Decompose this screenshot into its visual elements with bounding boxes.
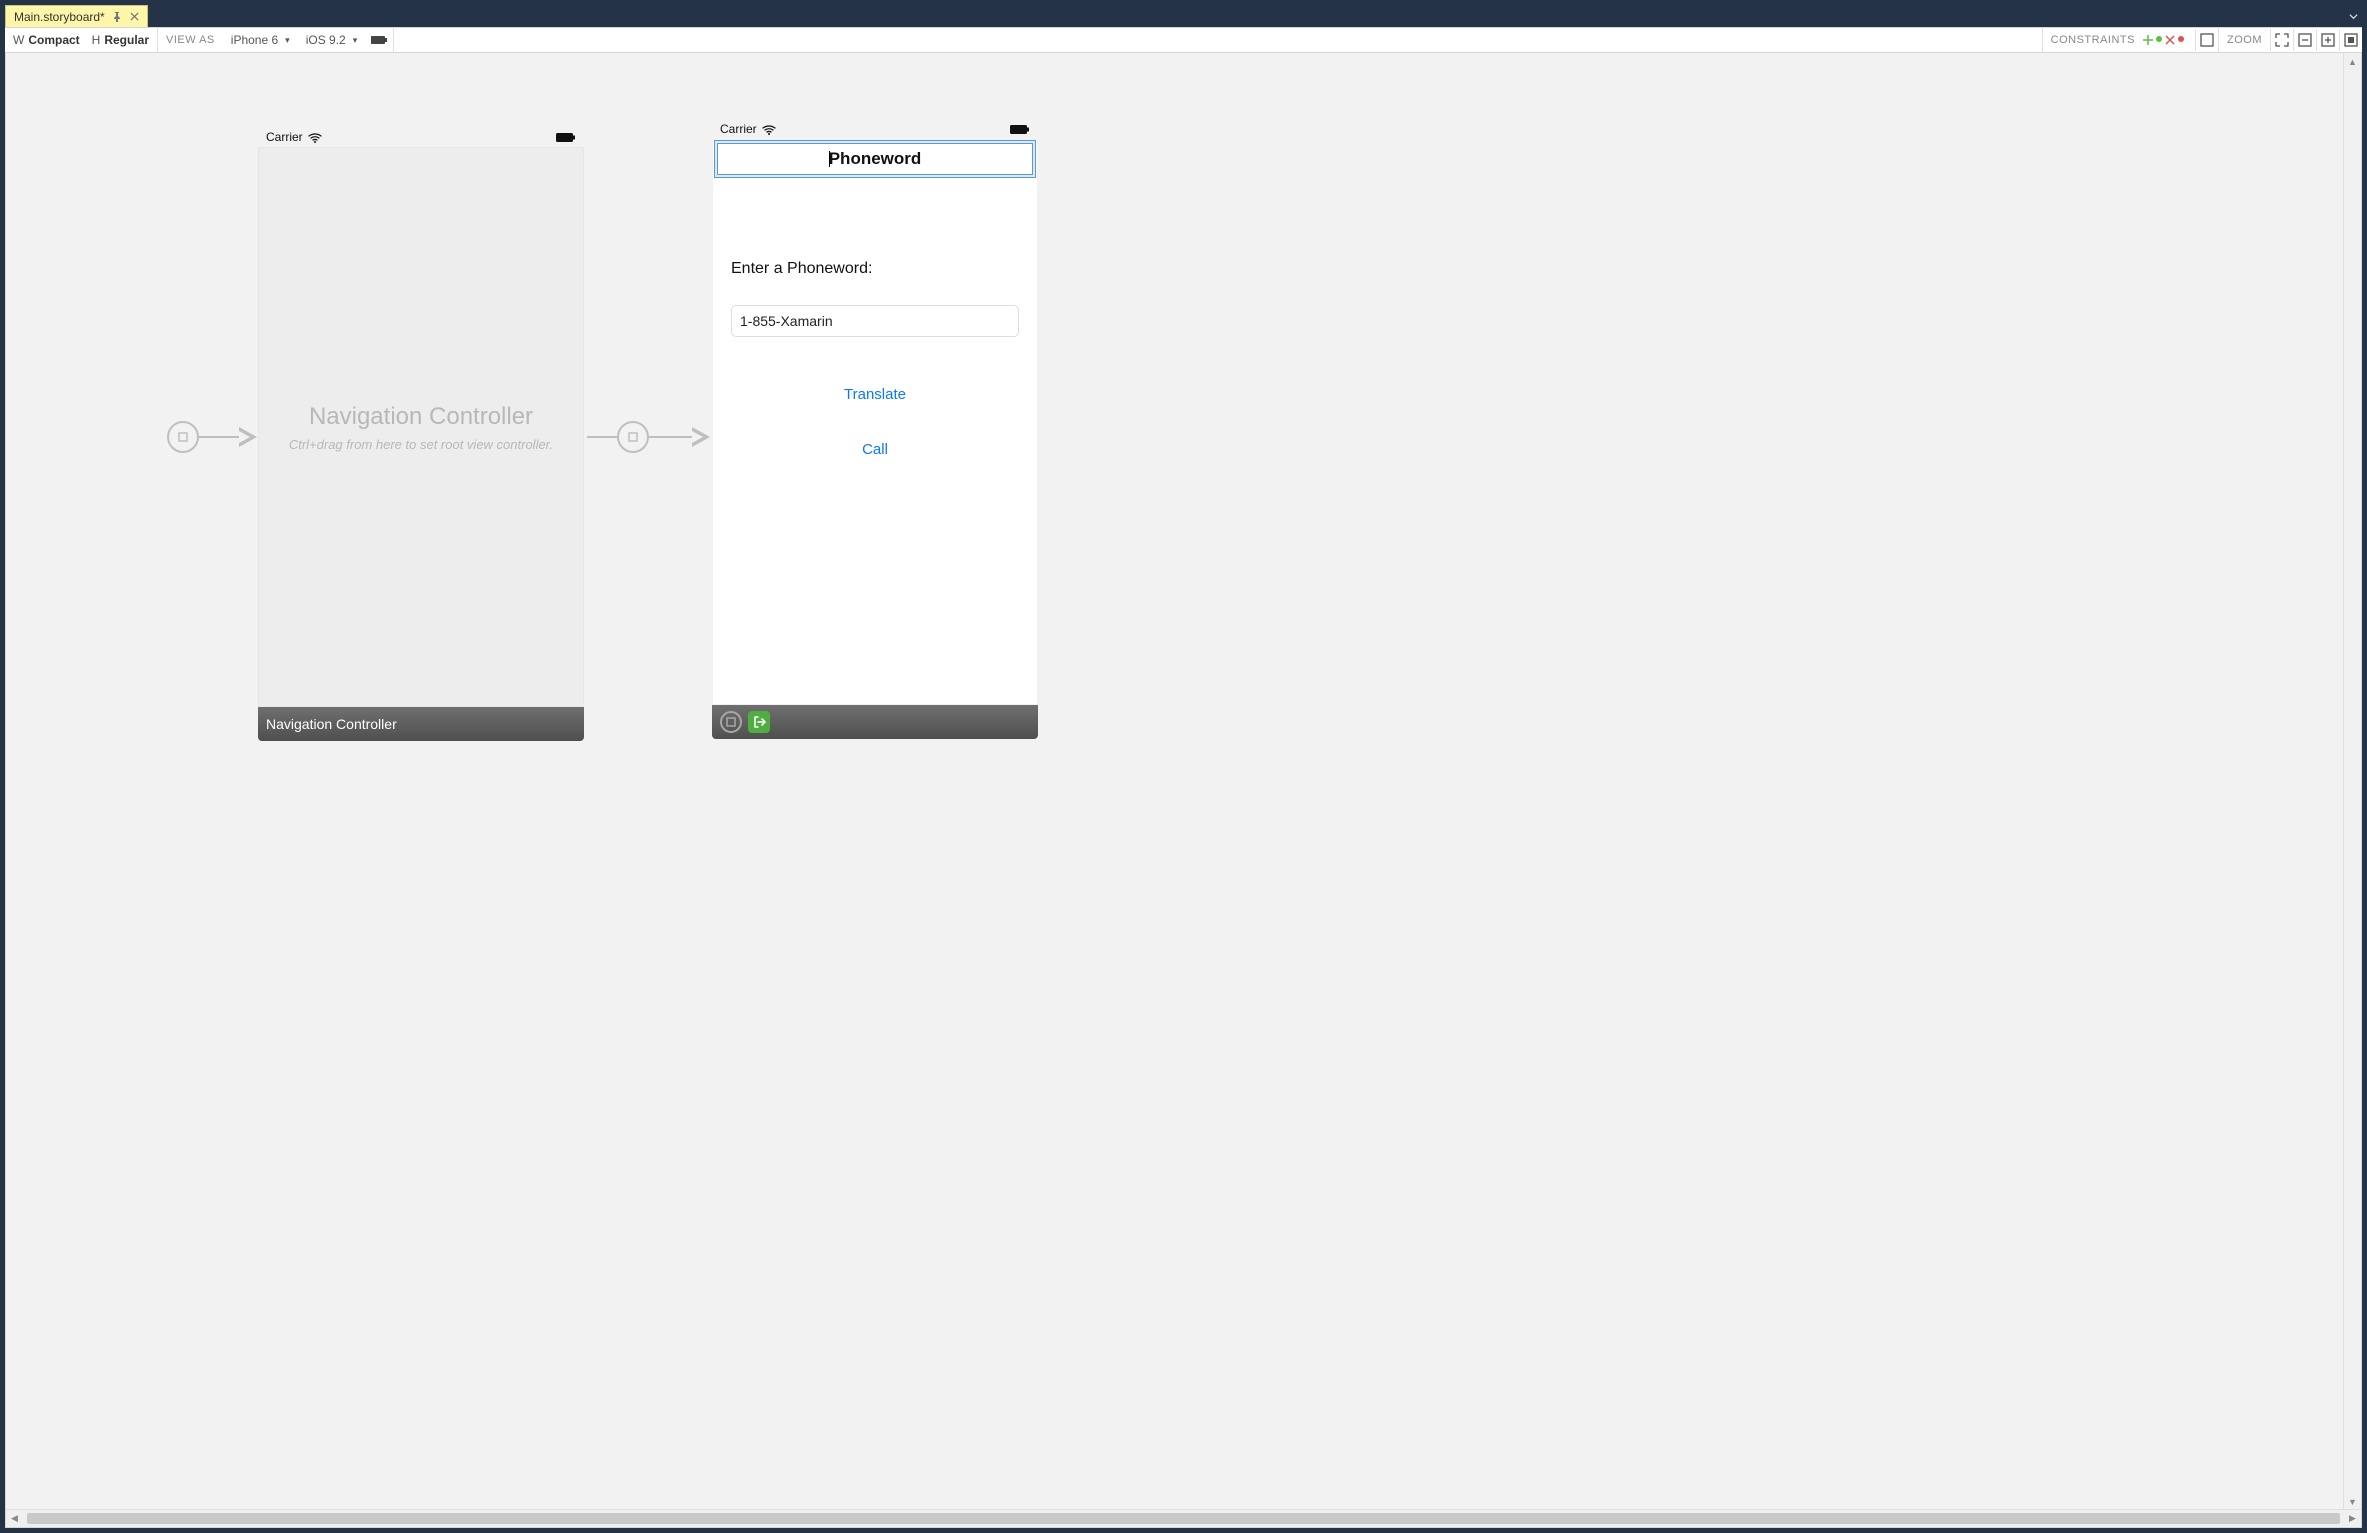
constraint-add-icon[interactable] — [2142, 34, 2154, 46]
zoom-label: ZOOM — [2227, 34, 2262, 46]
vertical-scrollbar[interactable]: ▲ ▼ — [2343, 53, 2361, 1510]
phoneword-input-value: 1-855-Xamarin — [740, 313, 833, 329]
scroll-left-icon[interactable]: ◀ — [6, 1510, 23, 1527]
size-w-value: Compact — [28, 33, 79, 47]
battery-icon — [556, 133, 576, 142]
translate-button[interactable]: Translate — [713, 386, 1037, 403]
zoom-actual-icon[interactable] — [2339, 29, 2362, 51]
view-controller-body[interactable]: Phoneword Enter a Phoneword: 1-855-Xamar… — [712, 139, 1038, 705]
status-bar: Carrier — [712, 119, 1038, 139]
scene-dock-label: Navigation Controller — [266, 716, 397, 732]
navigation-controller-body[interactable]: Navigation Controller Ctrl+drag from her… — [258, 147, 584, 707]
navigation-bar-selection[interactable]: Phoneword — [714, 140, 1036, 178]
root-view-segue[interactable] — [587, 421, 710, 453]
constraint-red-dot-icon — [2178, 36, 2184, 42]
phoneword-label[interactable]: Enter a Phoneword: — [731, 260, 872, 278]
battery-icon — [1010, 125, 1030, 134]
nav-controller-title: Navigation Controller — [309, 403, 533, 431]
size-h-value: Regular — [104, 33, 149, 47]
size-w-label: W — [13, 33, 24, 47]
tab-overflow-icon[interactable] — [2344, 5, 2362, 27]
constraints-frame-icon[interactable] — [2195, 29, 2218, 51]
zoom-in-icon[interactable] — [2316, 29, 2339, 51]
nav-controller-hint: Ctrl+drag from here to set root view con… — [289, 437, 553, 452]
size-h-label: H — [92, 33, 101, 47]
scrollbar-thumb[interactable] — [27, 1513, 2340, 1524]
exit-icon[interactable] — [748, 711, 770, 733]
document-tab-bar: Main.storyboard* — [5, 5, 2362, 27]
size-class-selector[interactable]: W Compact H Regular — [5, 28, 158, 52]
storyboard-canvas[interactable]: Carrier Navigation Controller Ctrl+drag … — [6, 53, 2344, 1510]
designer-toolbar: W Compact H Regular VIEW AS iPhone 6 iOS… — [5, 27, 2362, 53]
zoom-out-icon[interactable] — [2293, 29, 2316, 51]
constraint-remove-icon[interactable] — [2164, 34, 2176, 46]
close-icon[interactable] — [129, 12, 141, 21]
text-caret — [829, 151, 830, 167]
zoom-fit-icon[interactable] — [2270, 29, 2293, 51]
device-value: iPhone 6 — [231, 33, 278, 47]
view-as-label: VIEW AS — [166, 34, 215, 46]
scene-dock[interactable] — [712, 705, 1038, 739]
horizontal-scrollbar[interactable]: ◀ ▶ — [6, 1509, 2361, 1527]
os-dropdown[interactable]: iOS 9.2 — [298, 28, 366, 52]
status-bar: Carrier — [258, 127, 584, 147]
document-tab[interactable]: Main.storyboard* — [5, 5, 148, 27]
scene-dock[interactable]: Navigation Controller — [258, 707, 584, 741]
constraint-green-dot-icon — [2156, 36, 2162, 42]
carrier-label: Carrier — [266, 130, 303, 144]
scroll-right-icon[interactable]: ▶ — [2344, 1510, 2361, 1527]
wifi-icon — [308, 132, 322, 143]
orientation-toggle[interactable] — [365, 28, 394, 52]
call-button[interactable]: Call — [713, 441, 1037, 458]
storyboard-canvas-container: Carrier Navigation Controller Ctrl+drag … — [5, 53, 2362, 1528]
first-responder-icon[interactable] — [720, 711, 742, 733]
scroll-down-icon[interactable]: ▼ — [2344, 1493, 2361, 1510]
carrier-label: Carrier — [720, 122, 757, 136]
constraints-label: CONSTRAINTS — [2051, 34, 2135, 46]
segue-icon — [617, 421, 649, 453]
entry-point-segue[interactable] — [167, 421, 257, 453]
view-controller-scene[interactable]: Carrier Phoneword — [712, 119, 1038, 739]
wifi-icon — [762, 124, 776, 135]
phoneword-input[interactable]: 1-855-Xamarin — [731, 305, 1019, 337]
os-value: iOS 9.2 — [306, 33, 346, 47]
navigation-controller-scene[interactable]: Carrier Navigation Controller Ctrl+drag … — [258, 127, 584, 741]
pin-icon[interactable] — [111, 12, 123, 22]
entry-point-icon — [167, 421, 199, 453]
device-dropdown[interactable]: iPhone 6 — [223, 28, 298, 52]
document-tab-title: Main.storyboard* — [14, 10, 105, 24]
navigation-bar-title[interactable]: Phoneword — [829, 149, 922, 169]
scroll-up-icon[interactable]: ▲ — [2344, 53, 2361, 70]
